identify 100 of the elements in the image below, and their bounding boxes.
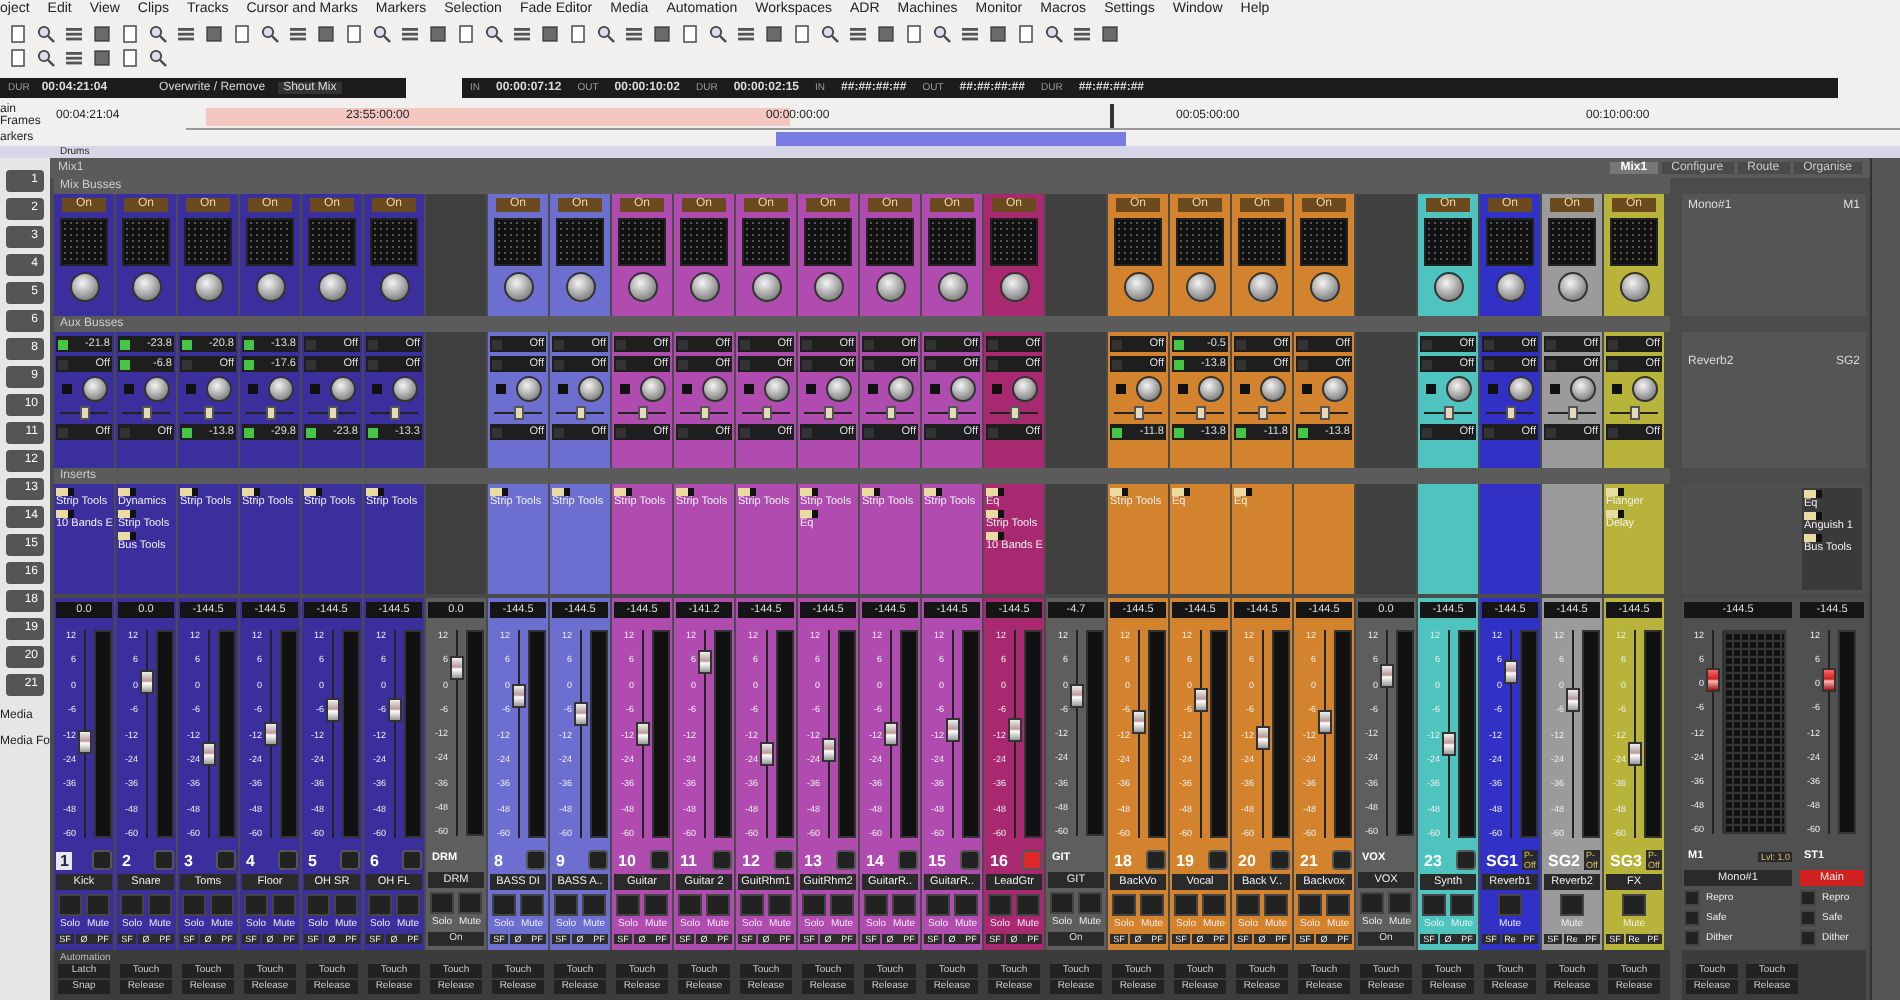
pan-slider-thumb[interactable]: [204, 406, 214, 420]
fader-thumb[interactable]: [1566, 688, 1580, 713]
plugin-icon[interactable]: [180, 488, 198, 496]
fader-thumb[interactable]: [1194, 688, 1208, 713]
fader-thumb[interactable]: [1628, 742, 1642, 767]
knob[interactable]: [255, 272, 285, 302]
search-icon[interactable]: [596, 24, 616, 44]
channel-number[interactable]: 14: [862, 851, 888, 869]
page-icon[interactable]: [1016, 24, 1036, 44]
page-icon[interactable]: [792, 24, 812, 44]
fader-thumb[interactable]: [1318, 709, 1332, 734]
record-button[interactable]: [1332, 850, 1352, 870]
fader-thumb[interactable]: [78, 730, 92, 755]
record-button[interactable]: [1270, 850, 1290, 870]
plugin-icon[interactable]: [304, 488, 322, 496]
channel-number[interactable]: 11: [676, 851, 701, 869]
knob[interactable]: [639, 375, 665, 401]
knob[interactable]: [1247, 272, 1277, 302]
channel-number[interactable]: 9: [552, 851, 569, 869]
pan-slider-thumb[interactable]: [576, 406, 586, 420]
pan-slider-thumb[interactable]: [638, 406, 648, 420]
toggle-button[interactable]: [1115, 383, 1125, 393]
knob[interactable]: [1569, 375, 1595, 401]
fader-thumb[interactable]: [140, 670, 154, 694]
fader-thumb[interactable]: [1504, 659, 1518, 684]
pan-slider-thumb[interactable]: [1320, 406, 1330, 420]
toggle-button[interactable]: [743, 383, 753, 393]
bars-icon[interactable]: [512, 24, 532, 44]
square-icon[interactable]: [92, 24, 112, 44]
search-icon[interactable]: [1044, 24, 1064, 44]
knob[interactable]: [1433, 272, 1463, 302]
bars-icon[interactable]: [288, 24, 308, 44]
search-icon[interactable]: [36, 48, 56, 68]
send-led[interactable]: [1174, 339, 1184, 349]
send-led[interactable]: [244, 359, 254, 369]
toggle-button[interactable]: [495, 383, 505, 393]
channel-number[interactable]: 5: [304, 851, 321, 869]
plugin-icon[interactable]: [242, 488, 260, 496]
channel-number[interactable]: 1: [56, 851, 73, 869]
channel-number[interactable]: 3: [180, 851, 197, 869]
knob[interactable]: [1495, 272, 1525, 302]
knob[interactable]: [81, 375, 107, 401]
plugin-icon[interactable]: [1234, 488, 1252, 496]
square-icon[interactable]: [652, 24, 672, 44]
knob[interactable]: [1259, 375, 1285, 401]
knob[interactable]: [1309, 272, 1339, 302]
fader-thumb[interactable]: [884, 722, 898, 746]
pan-slider-thumb[interactable]: [1568, 406, 1578, 420]
record-button[interactable]: [650, 850, 670, 870]
plugin-icon[interactable]: [614, 488, 632, 496]
fader-thumb[interactable]: [1380, 663, 1394, 688]
toggle-button[interactable]: [1549, 383, 1559, 393]
toggle-button[interactable]: [123, 383, 133, 393]
toggle-button[interactable]: [681, 383, 691, 393]
send-led[interactable]: [244, 339, 254, 349]
fader-thumb[interactable]: [822, 738, 836, 763]
record-button[interactable]: [774, 850, 794, 870]
knob[interactable]: [1445, 375, 1471, 401]
channel-number[interactable]: 15: [924, 851, 950, 869]
knob[interactable]: [515, 375, 541, 401]
record-button[interactable]: [712, 850, 732, 870]
fader-thumb[interactable]: [636, 722, 650, 746]
knob[interactable]: [69, 272, 99, 302]
search-icon[interactable]: [148, 48, 168, 68]
knob[interactable]: [205, 375, 231, 401]
knob[interactable]: [503, 272, 533, 302]
knob[interactable]: [565, 272, 595, 302]
square-icon[interactable]: [764, 24, 784, 44]
knob[interactable]: [379, 272, 409, 302]
page-icon[interactable]: [568, 24, 588, 44]
plugin-icon[interactable]: [924, 488, 942, 496]
bars-icon[interactable]: [400, 24, 420, 44]
record-button[interactable]: [526, 850, 546, 870]
search-icon[interactable]: [372, 24, 392, 44]
fader-thumb[interactable]: [1008, 717, 1022, 742]
fader-thumb[interactable]: [202, 742, 216, 767]
toggle-button[interactable]: [805, 383, 815, 393]
plugin-icon[interactable]: [1172, 488, 1190, 496]
knob[interactable]: [1321, 375, 1347, 401]
knob[interactable]: [701, 375, 727, 401]
send-led[interactable]: [58, 339, 68, 349]
knob[interactable]: [763, 375, 789, 401]
search-icon[interactable]: [932, 24, 952, 44]
knob[interactable]: [391, 375, 417, 401]
send-led[interactable]: [244, 427, 254, 437]
search-icon[interactable]: [36, 24, 56, 44]
send-led[interactable]: [1174, 359, 1184, 369]
toggle-button[interactable]: [1425, 383, 1435, 393]
pan-slider-thumb[interactable]: [1196, 406, 1206, 420]
toggle-button[interactable]: [991, 383, 1001, 393]
square-icon[interactable]: [876, 24, 896, 44]
fader-thumb[interactable]: [388, 697, 402, 722]
toggle-button[interactable]: [619, 383, 629, 393]
clip-block[interactable]: [776, 131, 1126, 145]
fader-thumb[interactable]: [698, 649, 712, 674]
knob[interactable]: [1619, 272, 1649, 302]
knob[interactable]: [1123, 272, 1153, 302]
page-icon[interactable]: [456, 24, 476, 44]
toggle-button[interactable]: [929, 383, 939, 393]
pan-slider-thumb[interactable]: [824, 406, 834, 420]
